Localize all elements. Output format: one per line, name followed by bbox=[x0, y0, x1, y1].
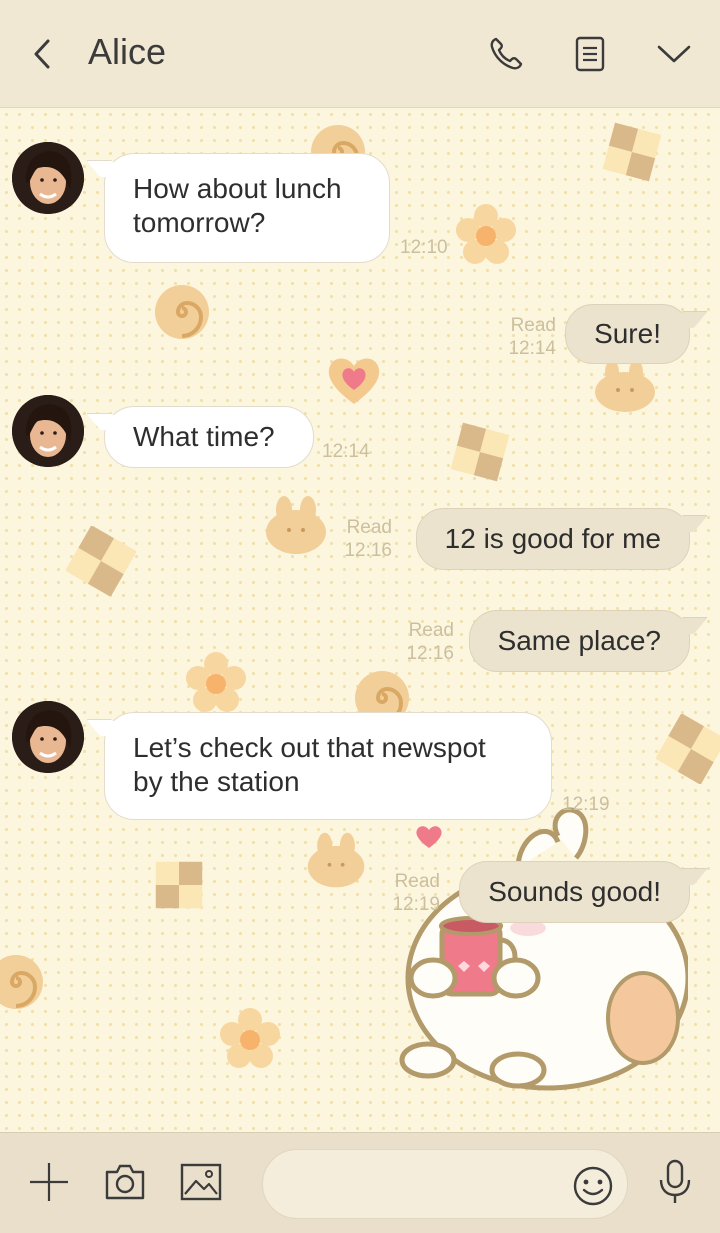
checker-cookie-icon bbox=[602, 122, 662, 182]
message-bubble-incoming[interactable]: How about lunch tomorrow? bbox=[104, 153, 390, 263]
message-time: 12:16 bbox=[344, 540, 392, 561]
message-text-line: How about lunch bbox=[133, 173, 342, 204]
phone-icon[interactable] bbox=[486, 34, 526, 74]
checker-cookie-icon bbox=[450, 422, 510, 482]
checker-cookie-icon bbox=[656, 714, 720, 784]
read-status: Read bbox=[408, 620, 454, 641]
read-status: Read bbox=[346, 517, 392, 538]
message-time: 12:14 bbox=[322, 441, 370, 462]
read-status: Read bbox=[510, 315, 556, 336]
message-time: 12:14 bbox=[508, 338, 556, 359]
message-input[interactable] bbox=[285, 1164, 559, 1206]
message-bubble-outgoing[interactable]: Same place? bbox=[468, 610, 690, 672]
chevron-down-icon[interactable] bbox=[654, 34, 694, 74]
chat-header: Alice bbox=[0, 0, 720, 108]
camera-icon[interactable] bbox=[100, 1157, 150, 1207]
message-time: 12:19 bbox=[562, 794, 610, 815]
bunny-cookie-icon bbox=[266, 496, 326, 554]
contact-name: Alice bbox=[88, 31, 167, 72]
message-text-line: Let’s check out that newspot bbox=[133, 732, 486, 763]
heart-cookie-icon bbox=[328, 358, 380, 404]
message-bubble-incoming[interactable]: What time? bbox=[104, 406, 314, 468]
message-text-line: by the station bbox=[133, 766, 300, 797]
message-time: 12:16 bbox=[406, 643, 454, 664]
flower-cookie-icon bbox=[220, 1008, 280, 1068]
message-text-line: What time? bbox=[133, 421, 275, 452]
message-time: 12:10 bbox=[400, 237, 448, 258]
message-text-line: tomorrow? bbox=[133, 207, 266, 238]
message-bubble-outgoing[interactable]: 12 is good for me bbox=[415, 508, 690, 570]
avatar[interactable] bbox=[12, 142, 84, 214]
message-time: 12:19 bbox=[392, 894, 440, 915]
bunny-cookie-icon bbox=[595, 360, 655, 412]
checker-cookie-icon bbox=[66, 526, 136, 596]
read-receipt: Read 12:14 bbox=[496, 314, 556, 360]
swirl-cookie-icon bbox=[155, 285, 209, 339]
back-arrow-icon[interactable] bbox=[28, 36, 56, 72]
message-bubble-outgoing[interactable]: Sounds good! bbox=[459, 861, 690, 923]
checker-cookie-icon bbox=[155, 861, 203, 909]
message-bubble-outgoing[interactable]: Sure! bbox=[565, 304, 690, 364]
emoji-icon[interactable] bbox=[571, 1164, 615, 1208]
read-status: Read bbox=[394, 871, 440, 892]
notes-icon[interactable] bbox=[570, 34, 610, 74]
flower-cookie-icon bbox=[186, 652, 246, 712]
composer-bar bbox=[0, 1132, 720, 1233]
message-input-box[interactable] bbox=[262, 1149, 628, 1219]
flower-cookie-icon bbox=[456, 204, 516, 264]
bunny-cookie-icon bbox=[307, 832, 365, 888]
bunny-with-mug-illustration bbox=[399, 807, 688, 1091]
message-bubble-incoming[interactable]: Let’s check out that newspot by the stat… bbox=[104, 712, 552, 820]
microphone-icon[interactable] bbox=[650, 1157, 700, 1207]
avatar[interactable] bbox=[12, 701, 84, 773]
chat-area[interactable]: How about lunch tomorrow? 12:10 Read 12:… bbox=[0, 108, 720, 1132]
avatar[interactable] bbox=[12, 395, 84, 467]
read-receipt: Read 12:19 bbox=[380, 870, 440, 916]
image-icon[interactable] bbox=[176, 1157, 226, 1207]
swirl-cookie-icon bbox=[0, 955, 43, 1009]
read-receipt: Read 12:16 bbox=[394, 619, 454, 665]
plus-icon[interactable] bbox=[24, 1157, 74, 1207]
read-receipt: Read 12:16 bbox=[332, 516, 392, 562]
